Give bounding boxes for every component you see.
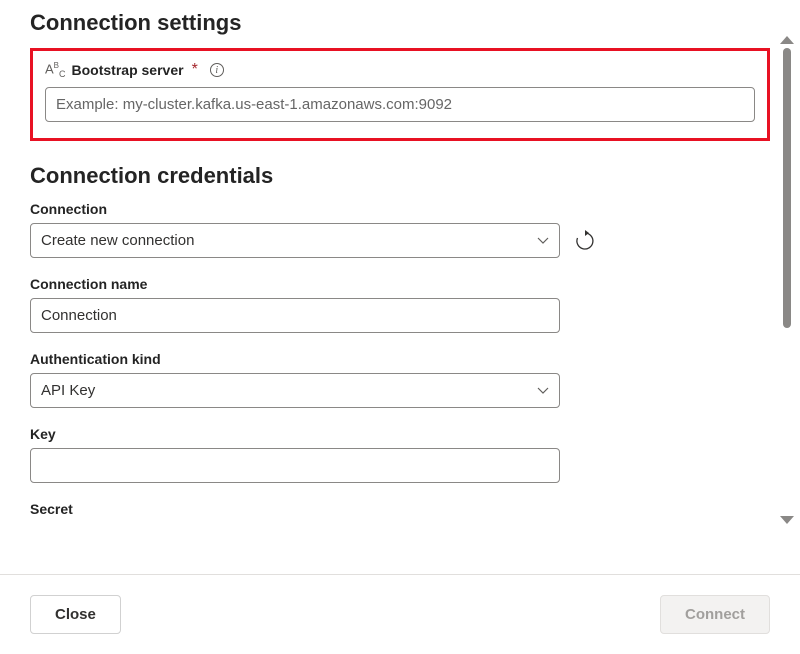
close-button[interactable]: Close (30, 595, 121, 634)
key-label: Key (30, 426, 770, 442)
authentication-kind-field-group: Authentication kind API Key (30, 351, 770, 408)
connection-select-wrapper: Create new connection (30, 223, 560, 258)
scroll-thumb[interactable] (783, 48, 791, 328)
secret-field-group: Secret (30, 501, 770, 517)
required-indicator: * (192, 61, 198, 79)
scroll-down-icon[interactable] (780, 516, 794, 524)
info-icon[interactable]: i (210, 63, 224, 77)
connection-name-input[interactable] (30, 298, 560, 333)
footer: Close Connect (0, 574, 800, 654)
scrollbar[interactable] (778, 36, 796, 524)
authentication-kind-label: Authentication kind (30, 351, 770, 367)
connection-credentials-heading: Connection credentials (30, 163, 770, 189)
connection-field-group: Connection Create new connection (30, 201, 770, 258)
refresh-icon[interactable] (574, 230, 596, 252)
settings-panel: Connection settings ABC Bootstrap server… (0, 0, 800, 535)
secret-label: Secret (30, 501, 770, 517)
bootstrap-server-label-row: ABC Bootstrap server * i (45, 61, 755, 79)
key-field-group: Key (30, 426, 770, 483)
connection-label: Connection (30, 201, 770, 217)
connect-button[interactable]: Connect (660, 595, 770, 634)
connection-settings-heading: Connection settings (30, 10, 770, 36)
key-input[interactable] (30, 448, 560, 483)
bootstrap-server-input[interactable] (45, 87, 755, 122)
bootstrap-server-section: ABC Bootstrap server * i (30, 48, 770, 141)
authentication-kind-select[interactable]: API Key (30, 373, 560, 408)
connection-name-label: Connection name (30, 276, 770, 292)
connection-select-row: Create new connection (30, 223, 770, 258)
text-type-icon: ABC (45, 61, 66, 79)
bootstrap-server-label: Bootstrap server (72, 62, 184, 78)
scroll-up-icon[interactable] (780, 36, 794, 44)
authentication-kind-select-wrapper: API Key (30, 373, 560, 408)
connection-name-field-group: Connection name (30, 276, 770, 333)
connection-select[interactable]: Create new connection (30, 223, 560, 258)
